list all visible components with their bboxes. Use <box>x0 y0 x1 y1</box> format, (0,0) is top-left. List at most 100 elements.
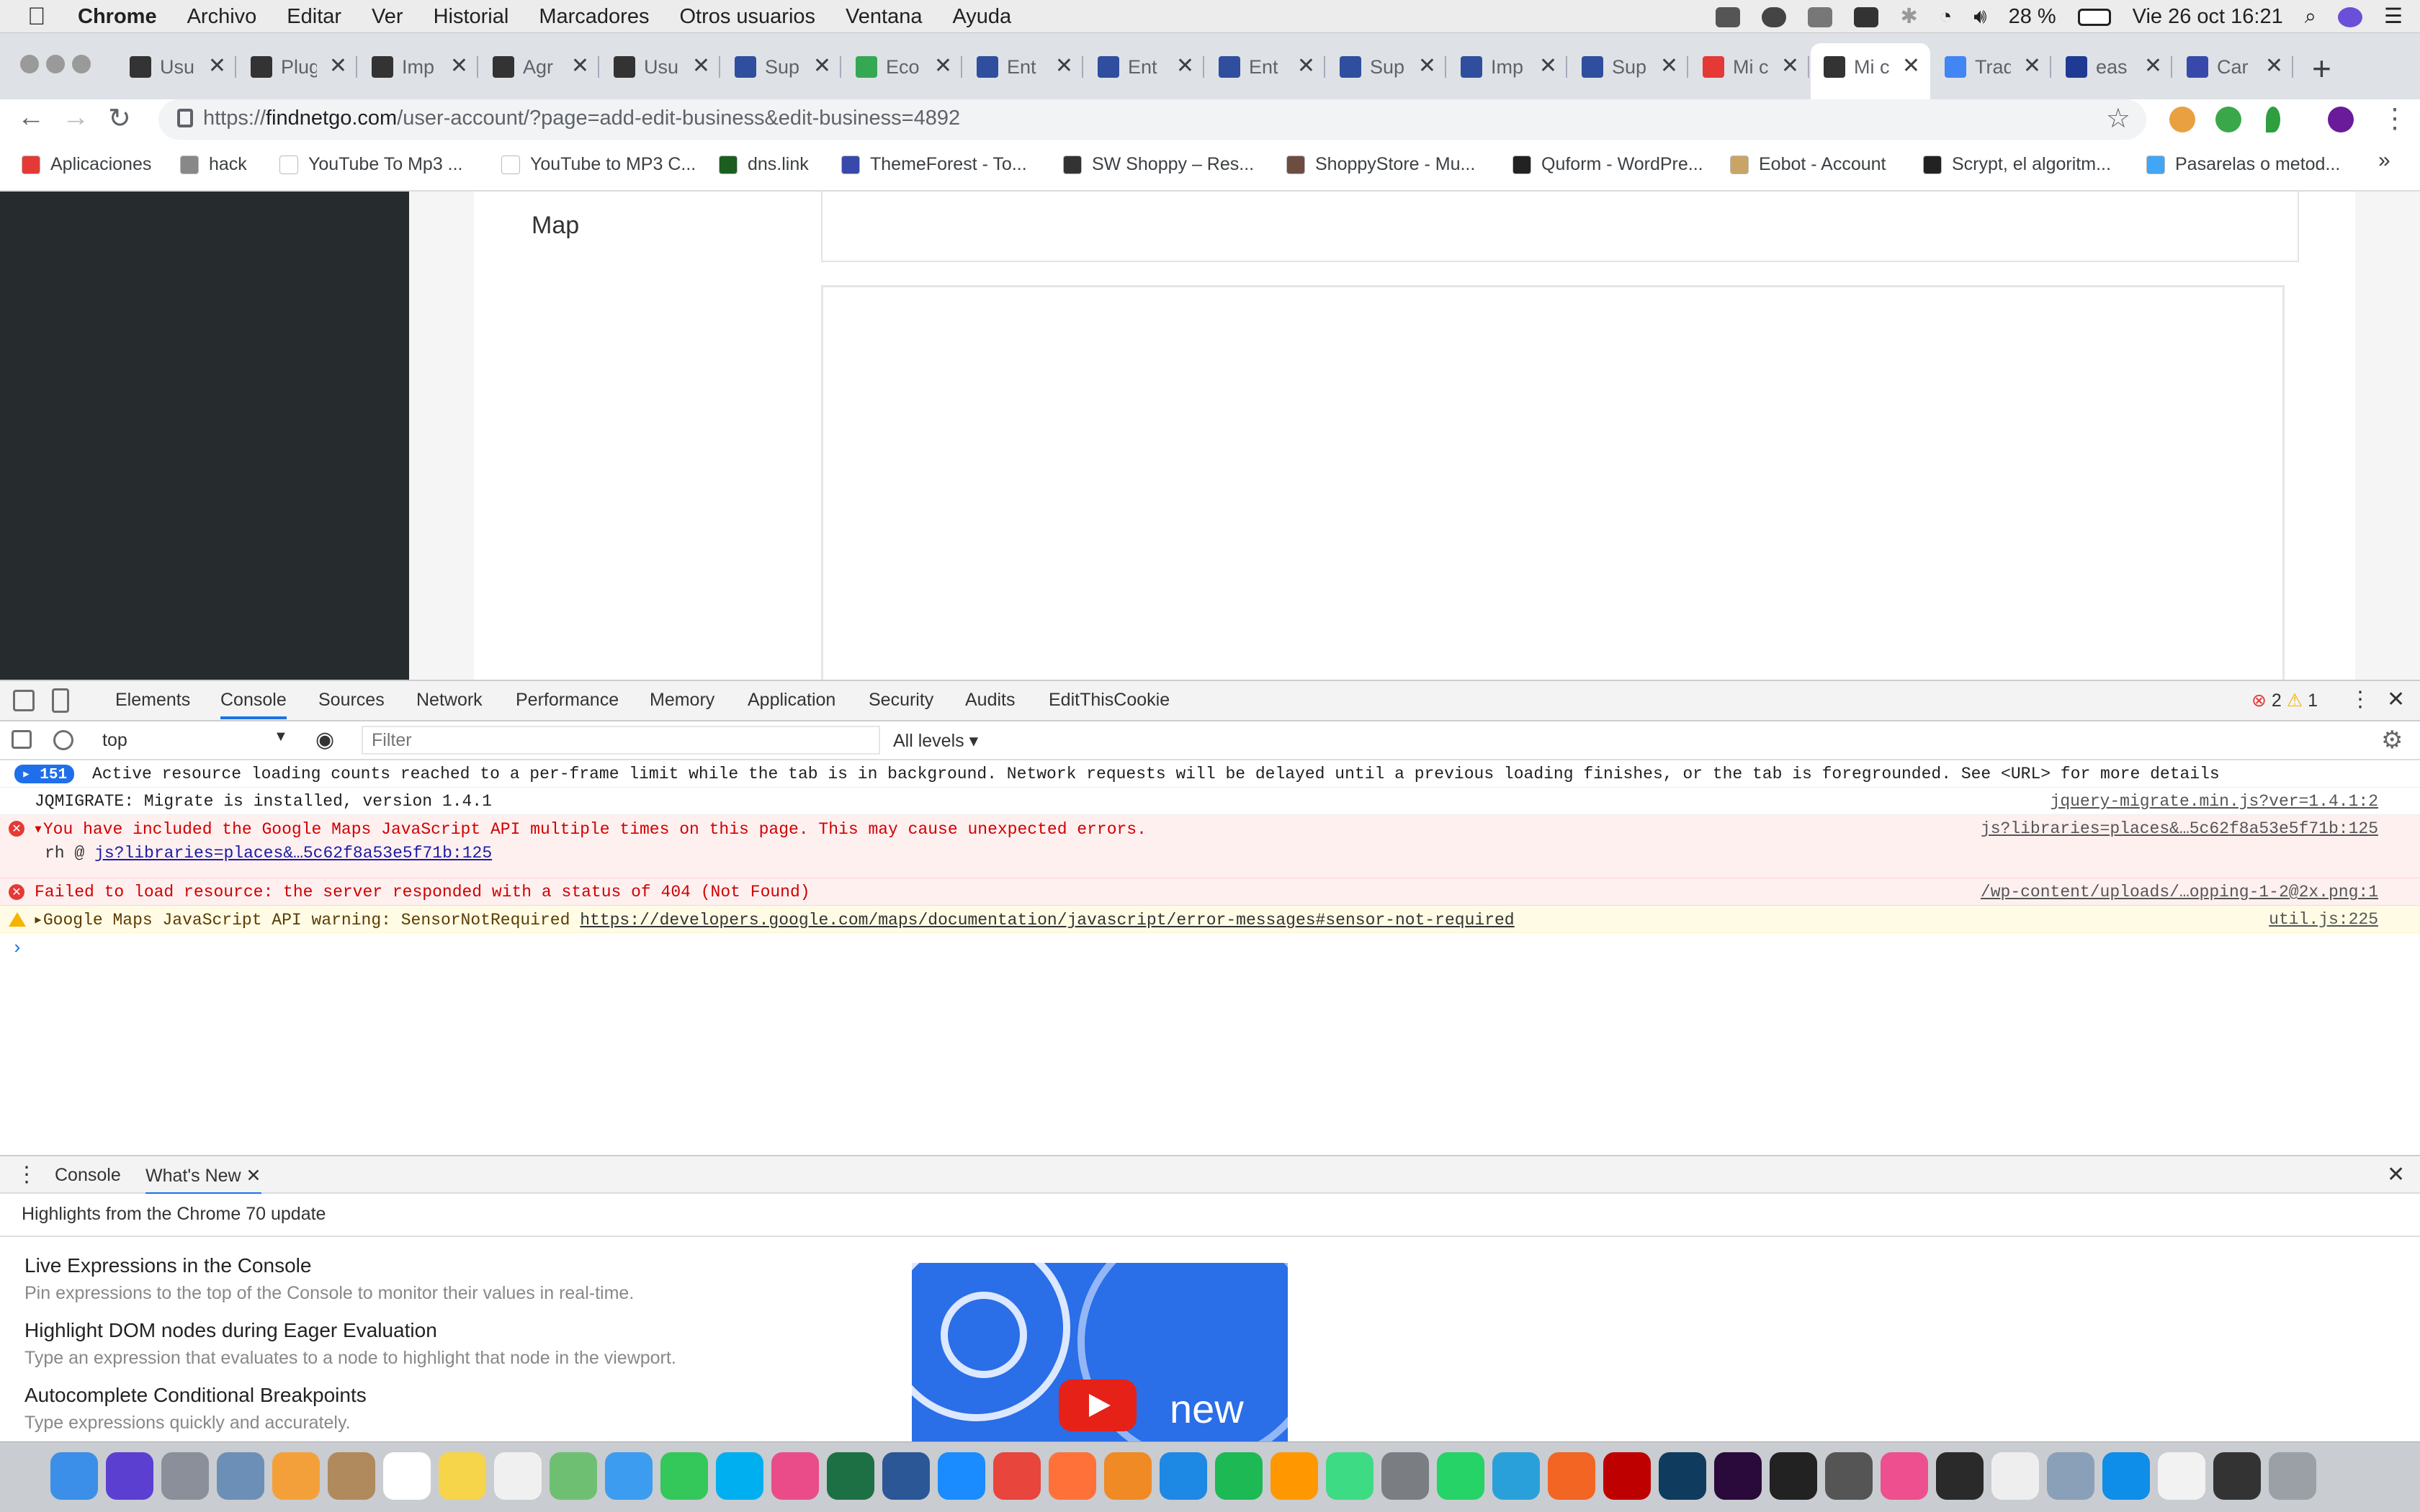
drawer-menu-icon[interactable]: ⋮ <box>16 1162 37 1187</box>
message-source-link[interactable]: js?libraries=places&…5c62f8a53e5f71b:125 <box>1981 819 2378 838</box>
ibooks-icon[interactable] <box>1104 1452 1152 1500</box>
trash-icon[interactable] <box>2269 1452 2316 1500</box>
browser-tab[interactable]: Sup ✕ <box>1327 43 1446 89</box>
bookmark-item[interactable]: Quform - WordPre... <box>1512 154 1703 175</box>
cookie-extension-icon[interactable] <box>2169 107 2195 132</box>
close-tab-icon[interactable]: ✕ <box>246 1166 261 1186</box>
more-bookmarks-icon[interactable]: » <box>2378 148 2390 173</box>
browser-tab[interactable]: Sup ✕ <box>1569 43 1688 89</box>
browser-tab[interactable]: Mi c ✕ <box>1811 43 1930 99</box>
devtools-menu-icon[interactable]: ⋮ <box>2349 687 2371 712</box>
bookmark-item[interactable]: SW Shoppy – Res... <box>1063 154 1254 175</box>
browser-tab[interactable]: Trad ✕ <box>1932 43 2051 89</box>
zoom-window-button[interactable] <box>72 55 91 73</box>
appstore-icon[interactable] <box>1160 1452 1207 1500</box>
new-tab-button[interactable]: + <box>2312 49 2331 88</box>
message-source-link[interactable]: util.js:225 <box>2269 910 2378 929</box>
teamviewer-icon[interactable] <box>2102 1452 2150 1500</box>
skype-icon[interactable] <box>716 1452 763 1500</box>
close-tab-icon[interactable]: ✕ <box>571 53 589 78</box>
whats-new-video-thumbnail[interactable]: new <box>912 1263 1288 1443</box>
message-count-badge[interactable]: ▸ 151 <box>14 765 75 783</box>
bookmark-item[interactable]: Eobot - Account <box>1730 154 1886 175</box>
error-counter[interactable]: ⊗ 2 ⚠ 1 <box>2251 690 2318 711</box>
extension-icon[interactable] <box>2215 107 2241 132</box>
android-studio-icon[interactable] <box>1326 1452 1373 1500</box>
sidebar-toggle-icon[interactable] <box>12 730 32 749</box>
firefox-icon[interactable] <box>1049 1452 1096 1500</box>
launchpad-icon[interactable] <box>161 1452 209 1500</box>
close-tab-icon[interactable]: ✕ <box>450 53 468 78</box>
tab-memory[interactable]: Memory <box>650 690 714 711</box>
finder-icon[interactable] <box>50 1452 98 1500</box>
close-tab-icon[interactable]: ✕ <box>2023 53 2041 78</box>
menu-ver[interactable]: Ver <box>372 0 403 33</box>
context-dropdown-icon[interactable]: ▼ <box>274 729 288 745</box>
tab-editthiscookie[interactable]: EditThisCookie <box>1049 690 1170 711</box>
menu-archivo[interactable]: Archivo <box>187 0 257 33</box>
preview-icon[interactable] <box>217 1452 264 1500</box>
close-tab-icon[interactable]: ✕ <box>1781 53 1799 78</box>
tab-console[interactable]: Console <box>220 690 287 719</box>
stack-trace-link[interactable]: js?libraries=places&…5c62f8a53e5f71b:125 <box>94 844 492 863</box>
contacts-icon[interactable] <box>328 1452 375 1500</box>
log-levels-dropdown[interactable]: All levels ▾ <box>893 730 978 752</box>
warning-docs-link[interactable]: https://developers.google.com/maps/docum… <box>580 911 1514 930</box>
volume-icon[interactable]: 🔊︎ <box>1973 0 1986 33</box>
tab-security[interactable]: Security <box>869 690 933 711</box>
menu-editar[interactable]: Editar <box>287 0 341 33</box>
close-tab-icon[interactable]: ✕ <box>1539 53 1557 78</box>
close-tab-icon[interactable]: ✕ <box>934 53 952 78</box>
profile-avatar[interactable] <box>2328 107 2354 132</box>
feature-item[interactable]: Live Expressions in the Console Pin expr… <box>24 1254 634 1304</box>
clear-console-icon[interactable] <box>53 730 73 750</box>
screenshot-icon[interactable] <box>2047 1452 2094 1500</box>
messages-icon[interactable] <box>605 1452 653 1500</box>
browser-tab[interactable]: Plug ✕ <box>238 43 357 89</box>
console-prompt[interactable]: › <box>0 933 2420 1149</box>
tab-sources[interactable]: Sources <box>318 690 385 711</box>
close-tab-icon[interactable]: ✕ <box>329 53 347 78</box>
browser-tab[interactable]: Agr ✕ <box>480 43 599 89</box>
safari-icon[interactable] <box>938 1452 985 1500</box>
browser-tab[interactable]: Ent ✕ <box>1206 43 1325 89</box>
browser-tab[interactable]: Car ✕ <box>2174 43 2293 89</box>
itunes-icon[interactable] <box>771 1452 819 1500</box>
context-selector[interactable]: top <box>102 730 127 751</box>
bookmark-item[interactable]: Aplicaciones <box>22 154 151 175</box>
tab-network[interactable]: Network <box>416 690 483 711</box>
message-text[interactable]: ▸Google Maps JavaScript API warning: Sen… <box>33 910 1515 930</box>
menu-ayuda[interactable]: Ayuda <box>952 0 1011 33</box>
feature-title[interactable]: Live Expressions in the Console <box>24 1254 634 1277</box>
photoshop-icon[interactable] <box>1659 1452 1706 1500</box>
lock-icon[interactable] <box>177 109 193 127</box>
close-tab-icon[interactable]: ✕ <box>1902 53 1920 78</box>
notes-icon[interactable] <box>439 1452 486 1500</box>
system-preferences-icon[interactable] <box>1381 1452 1429 1500</box>
live-expression-eye-icon[interactable]: ◉ <box>315 727 334 752</box>
terminal-icon[interactable] <box>1770 1452 1817 1500</box>
photos-icon[interactable] <box>272 1452 320 1500</box>
device-toolbar-icon[interactable] <box>52 688 69 713</box>
close-window-button[interactable] <box>20 55 39 73</box>
tab-audits[interactable]: Audits <box>965 690 1015 711</box>
menu-app-name[interactable]: Chrome <box>78 0 157 33</box>
bookmark-item[interactable]: YouTube To Mp3 ... <box>279 154 463 175</box>
inspect-element-icon[interactable] <box>13 690 35 711</box>
youtube-play-icon[interactable] <box>1059 1380 1137 1431</box>
word-icon[interactable] <box>882 1452 930 1500</box>
cleanmymac-icon[interactable] <box>1881 1452 1928 1500</box>
menu-otros-usuarios[interactable]: Otros usuarios <box>679 0 815 33</box>
close-tab-icon[interactable]: ✕ <box>2265 53 2283 78</box>
browser-tab[interactable]: Eco ✕ <box>843 43 962 89</box>
menu-historial[interactable]: Historial <box>434 0 509 33</box>
close-devtools-icon[interactable]: ✕ <box>2387 687 2405 712</box>
calculator-icon[interactable] <box>1825 1452 1873 1500</box>
telegram-icon[interactable] <box>1492 1452 1540 1500</box>
console-settings-gear-icon[interactable]: ⚙ <box>2381 726 2403 755</box>
excel-icon[interactable] <box>827 1452 874 1500</box>
close-drawer-icon[interactable]: ✕ <box>2387 1162 2405 1187</box>
browser-tab[interactable]: Usu ✕ <box>117 43 236 89</box>
bookmark-star-icon[interactable]: ☆ <box>2106 102 2130 135</box>
calendar-icon[interactable] <box>383 1452 431 1500</box>
